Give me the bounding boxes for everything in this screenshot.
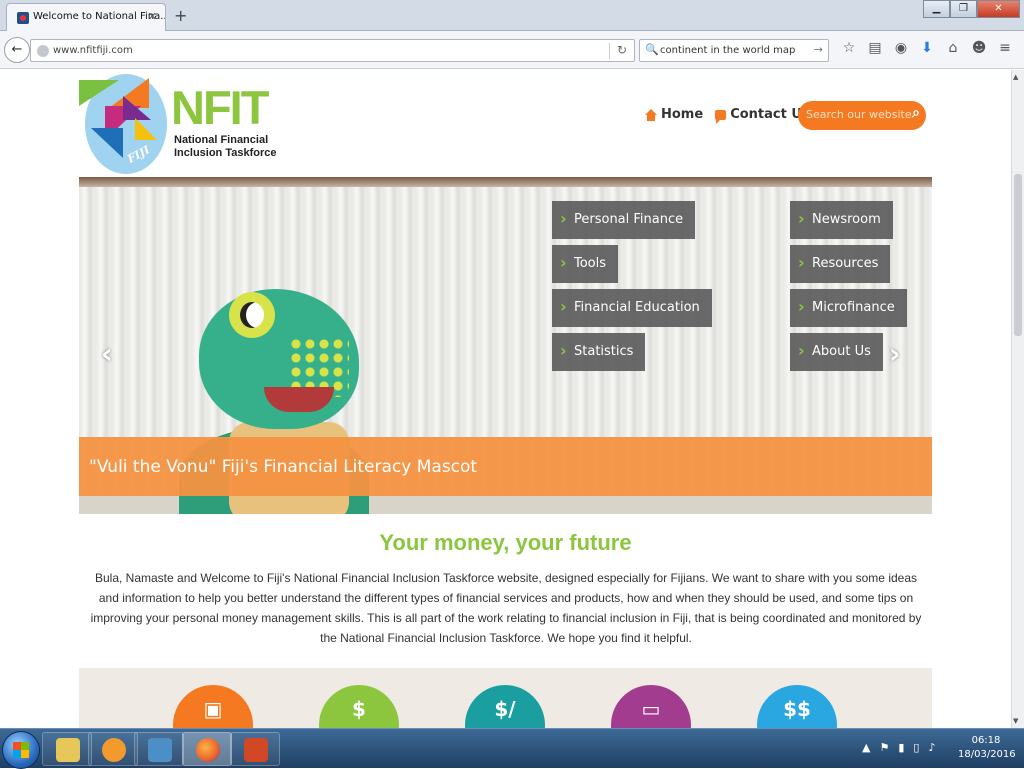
browser-search-box[interactable]: 🔍 continent in the world map → xyxy=(639,39,829,62)
site-search-placeholder: Search our website xyxy=(806,108,912,121)
search-icon: 🔍 xyxy=(645,43,659,56)
url-text: www.nfitfiji.com xyxy=(53,45,133,56)
hero-roof xyxy=(79,177,932,187)
clock-date: 18/03/2016 xyxy=(958,749,1016,760)
new-tab-button[interactable]: + xyxy=(174,6,187,25)
logo-nfit-text: NFIT xyxy=(171,81,269,134)
hero-caption: "Vuli the Vonu" Fiji's Financial Literac… xyxy=(79,437,932,496)
powerpoint-icon[interactable] xyxy=(230,732,280,766)
pocket-icon[interactable]: ◉ xyxy=(888,40,914,56)
minimize-button[interactable]: ▁ xyxy=(923,0,950,18)
hero-slider: ‹ › Personal Finance Tools Financial Edu… xyxy=(79,177,932,514)
address-bar[interactable]: www.nfitfiji.com ↻ xyxy=(30,39,635,62)
powerpoint-glyph xyxy=(244,738,268,762)
calculator-icon[interactable]: $/ xyxy=(465,685,545,728)
hero-menu-newsroom[interactable]: Newsroom xyxy=(790,201,893,239)
nfit-logo[interactable]: FIJI NFIT National Financial Inclusion T… xyxy=(79,70,279,180)
site-header: FIJI NFIT National Financial Inclusion T… xyxy=(0,70,1011,177)
tab-close-icon[interactable]: ✕ xyxy=(148,10,157,23)
address-separator xyxy=(609,43,610,59)
money-icon[interactable]: $ xyxy=(319,685,399,728)
hero-menu-about-us[interactable]: About Us xyxy=(790,333,883,371)
feature-glyph: $$ xyxy=(783,697,811,721)
home-nav-icon xyxy=(645,108,657,121)
feature-glyph: $/ xyxy=(494,697,516,721)
nav-contact-link[interactable]: Contact Us xyxy=(715,107,810,124)
system-tray: ▲ ⚑ ▮ ▯ ♪ xyxy=(862,741,945,754)
browser-tab-bar: Welcome to National Fina... ✕ + ▁ ❐ ✕ xyxy=(0,0,1024,31)
hero-menu-tools[interactable]: Tools xyxy=(552,245,619,283)
slider-prev-arrow-icon[interactable]: ‹ xyxy=(101,337,113,370)
download-icon[interactable]: ⬇ xyxy=(914,40,940,56)
site-search-input[interactable]: Search our website ⌕ xyxy=(798,101,926,130)
hero-menu-microfinance[interactable]: Microfinance xyxy=(790,289,907,327)
browser-search-text: continent in the world map xyxy=(660,45,796,56)
reading-list-icon[interactable]: ▤ xyxy=(862,40,888,56)
page-viewport: FIJI NFIT National Financial Inclusion T… xyxy=(0,70,1011,728)
network-icon[interactable]: ▮ xyxy=(898,741,904,754)
window-close-button[interactable]: ✕ xyxy=(977,0,1020,18)
windows-taskbar: ▲ ⚑ ▮ ▯ ♪ 06:18 18/03/2016 xyxy=(0,728,1024,769)
menu-icon[interactable]: ≡ xyxy=(992,40,1018,56)
browser-tab[interactable]: Welcome to National Fina... ✕ xyxy=(6,3,166,31)
firefox-icon[interactable] xyxy=(182,732,232,766)
clock-time: 06:18 xyxy=(971,735,1001,746)
chat-icon[interactable]: ☻ xyxy=(966,40,992,56)
hero-menu-personal-finance[interactable]: Personal Finance xyxy=(552,201,696,239)
nav-home-link[interactable]: Home xyxy=(645,107,703,122)
maximize-button[interactable]: ❐ xyxy=(950,0,977,18)
feature-glyph: $ xyxy=(352,697,366,721)
search-icon[interactable]: ⌕ xyxy=(912,105,920,121)
action-center-icon[interactable]: ⚑ xyxy=(879,741,889,754)
window-controls: ▁ ❐ ✕ xyxy=(923,0,1020,18)
nav-home-label: Home xyxy=(661,107,704,122)
briefcase-glyph xyxy=(148,738,172,762)
firefox-glyph xyxy=(196,738,220,762)
globe-icon xyxy=(37,45,49,57)
scroll-up-icon[interactable]: ▲ xyxy=(1013,73,1018,81)
reload-icon[interactable]: ↻ xyxy=(617,43,627,57)
browser-nav-bar: ← www.nfitfiji.com ↻ 🔍 continent in the … xyxy=(0,31,1024,69)
start-button[interactable] xyxy=(2,731,40,769)
feature-strip: ▣ $ $/ ▭ $$ xyxy=(79,668,932,728)
speech-bubble-icon xyxy=(715,109,727,124)
volume-icon[interactable]: ♪ xyxy=(928,741,935,754)
logo-subtitle: National Financial Inclusion Taskforce xyxy=(174,134,277,159)
intro-title: Your money, your future xyxy=(379,530,632,555)
scrollbar-thumb[interactable] xyxy=(1014,174,1022,336)
card-icon[interactable]: ▭ xyxy=(611,685,691,728)
hero-menu-resources[interactable]: Resources xyxy=(790,245,891,283)
media-player-icon[interactable] xyxy=(88,732,138,766)
back-button[interactable]: ← xyxy=(4,37,30,63)
show-hidden-icons-icon[interactable]: ▲ xyxy=(862,741,870,754)
logo-shape xyxy=(91,128,123,158)
slider-next-arrow-icon[interactable]: › xyxy=(889,337,901,370)
page-scrollbar[interactable]: ▲ ▼ xyxy=(1011,70,1024,728)
taskbar-clock[interactable]: 06:18 18/03/2016 xyxy=(958,734,1016,762)
toolbar-icons: ☆ ▤ ◉ ⬇ ⌂ ☻ ≡ xyxy=(836,40,1018,56)
media-player-glyph xyxy=(102,738,126,762)
logo-shape xyxy=(135,118,157,140)
top-nav: Home Contact Us xyxy=(645,107,822,124)
intro-text: Bula, Namaste and Welcome to Fiji's Nati… xyxy=(90,571,922,645)
mascot-eye xyxy=(229,292,275,338)
file-explorer-icon[interactable] xyxy=(42,732,92,766)
tablet-icon[interactable]: ▣ xyxy=(173,685,253,728)
search-go-icon[interactable]: → xyxy=(814,43,823,56)
battery-icon[interactable]: ▯ xyxy=(913,741,919,754)
tab-title: Welcome to National Fina... xyxy=(33,11,166,22)
file-explorer-glyph xyxy=(56,738,80,762)
site-favicon-icon xyxy=(17,12,29,24)
logo-shape xyxy=(123,96,151,120)
star-icon[interactable]: ☆ xyxy=(836,40,862,56)
scroll-down-icon[interactable]: ▼ xyxy=(1013,717,1018,725)
home-icon[interactable]: ⌂ xyxy=(940,40,966,56)
hero-menu-financial-education[interactable]: Financial Education xyxy=(552,289,712,327)
feature-glyph: ▣ xyxy=(203,697,223,721)
coins-icon[interactable]: $$ xyxy=(757,685,837,728)
feature-glyph: ▭ xyxy=(641,697,661,721)
hero-menu-statistics[interactable]: Statistics xyxy=(552,333,646,371)
briefcase-icon[interactable] xyxy=(134,732,184,766)
